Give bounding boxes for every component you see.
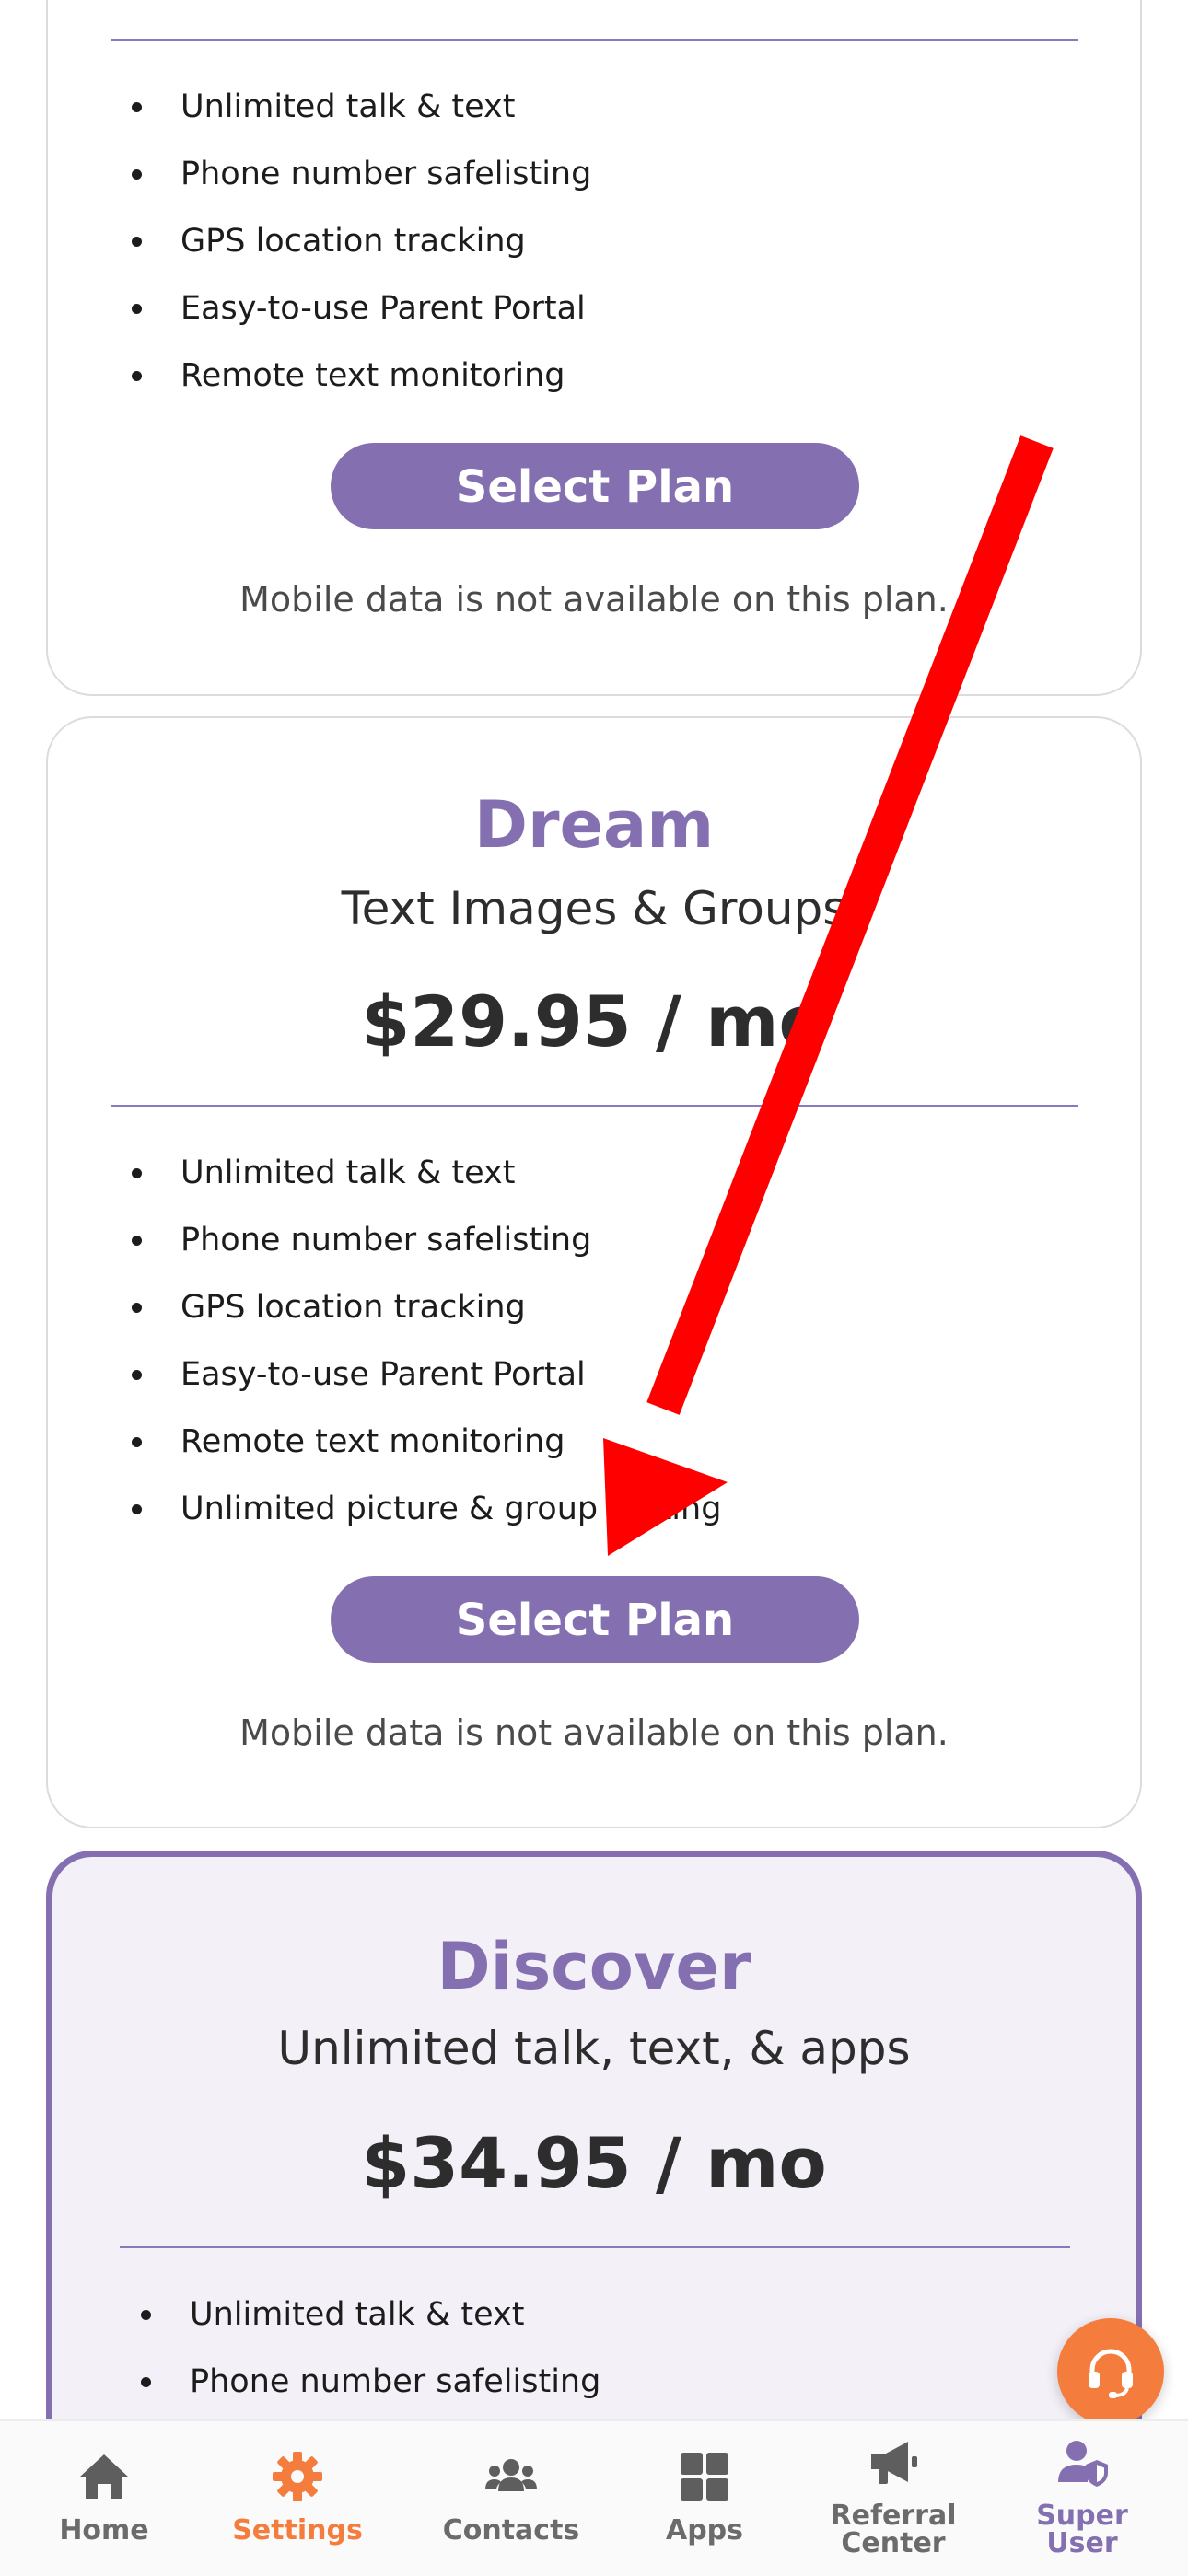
gear-icon [273,2452,322,2501]
support-chat-button[interactable] [1057,2318,1164,2425]
feature-item: Easy-to-use Parent Portal [127,1341,1048,1409]
feature-list: Unlimited talk & text Phone number safel… [136,2281,1057,2416]
plan-price: $29.95 / mo [361,981,827,1062]
select-plan-button[interactable]: Select Plan [331,1576,859,1663]
plan-name: Dream [473,787,715,863]
plan-name: Discover [437,1929,751,2004]
feature-item: Easy-to-use Parent Portal [127,275,1048,342]
feature-item: Unlimited talk & text [127,74,1048,141]
nav-item-settings[interactable]: Settings [201,2421,394,2576]
feature-item: GPS location tracking [127,1274,1048,1341]
feature-item: Phone number safelisting [136,2349,1057,2416]
feature-list: Unlimited talk & text Phone number safel… [127,74,1048,410]
plan-divider [111,1105,1078,1107]
contacts-icon [485,2459,537,2491]
megaphone-icon [871,2442,917,2484]
nav-label: Apps [665,2514,744,2547]
bottom-navbar: Home Settings Contacts Apps Referral Cen… [0,2419,1188,2576]
nav-label: Home [59,2514,149,2547]
nav-item-super-user[interactable]: Super User [985,2421,1179,2576]
nav-item-apps[interactable]: Apps [608,2421,801,2576]
feature-item: Unlimited talk & text [136,2281,1057,2349]
plan-divider [111,39,1078,41]
plan-note: Mobile data is not available on this pla… [239,579,949,620]
feature-item: Remote text monitoring [127,1409,1048,1476]
feature-item: GPS location tracking [127,208,1048,275]
nav-item-referral-center[interactable]: Referral Center [797,2421,990,2576]
feature-item: Phone number safelisting [127,1207,1048,1274]
nav-label: Super User [1036,2500,1128,2559]
home-icon [80,2454,128,2499]
super-user-icon [1058,2441,1108,2487]
plan-subtitle: Unlimited talk, text, & apps [277,2022,911,2075]
plan-note: Mobile data is not available on this pla… [239,1712,949,1753]
apps-grid-icon [681,2453,728,2501]
feature-list: Unlimited talk & text Phone number safel… [127,1140,1048,1543]
nav-label: Contacts [442,2514,580,2547]
feature-item: Unlimited picture & group texting [127,1476,1048,1543]
feature-item: Phone number safelisting [127,141,1048,208]
nav-item-home[interactable]: Home [7,2421,201,2576]
select-plan-button[interactable]: Select Plan [331,443,859,529]
nav-item-contacts[interactable]: Contacts [414,2421,608,2576]
nav-label: Referral Center [830,2500,957,2559]
plan-divider [120,2246,1070,2248]
headset-icon [1089,2349,1133,2398]
plan-subtitle: Text Images & Groups [341,882,847,935]
plan-price: $34.95 / mo [361,2122,827,2204]
nav-label: Settings [232,2514,363,2547]
feature-item: Remote text monitoring [127,342,1048,410]
feature-item: Unlimited talk & text [127,1140,1048,1207]
